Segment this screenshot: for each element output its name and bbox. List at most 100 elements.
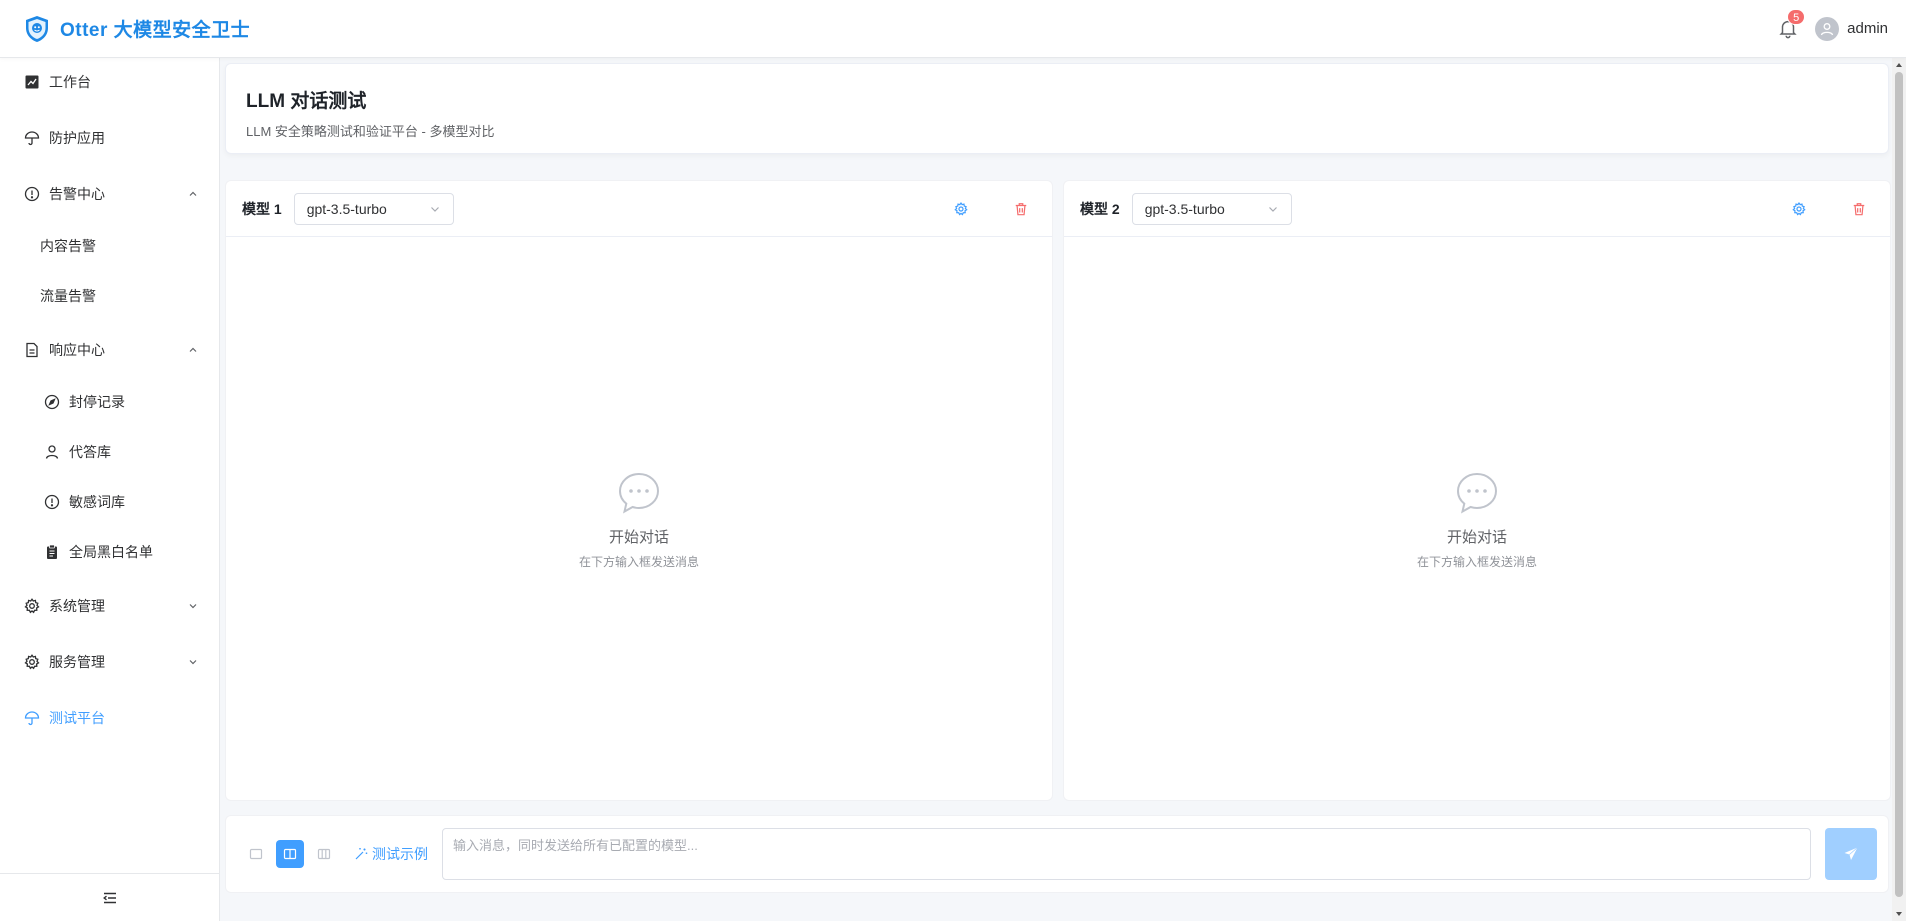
trash-icon: [1853, 203, 1865, 216]
send-button[interactable]: [1825, 828, 1877, 880]
panel-header: 模型 2 gpt-3.5-turbo: [1064, 181, 1890, 237]
compass-icon: [44, 394, 60, 410]
sidebar-item-label: 全局黑白名单: [69, 544, 153, 560]
model-select-value: gpt-3.5-turbo: [1144, 200, 1225, 217]
sidebar-item-label: 告警中心: [49, 186, 105, 202]
model-select[interactable]: gpt-3.5-turbo: [293, 192, 454, 225]
main-content: LLM 对话测试 LLM 安全策略测试和验证平台 - 多模型对比 模型 1 gp…: [220, 58, 1892, 921]
sidebar-item-label: 响应中心: [49, 342, 105, 358]
warning-circle-icon: [24, 186, 40, 202]
magic-wand-icon: [355, 848, 368, 860]
chevron-down-icon: [189, 660, 197, 665]
gear-icon: [954, 202, 968, 216]
test-examples-label: 测试示例: [372, 846, 428, 862]
model-panel-1: 模型 1 gpt-3.5-turbo 开始对话 在下方输入框发送消息: [225, 180, 1053, 801]
sidebar-item-dashboard[interactable]: 工作台: [0, 60, 219, 104]
notification-badge: 5: [1787, 8, 1806, 25]
single-column-icon: [249, 848, 263, 860]
umbrella-icon: [24, 710, 40, 726]
chevron-up-icon: [189, 191, 197, 196]
sidebar-item-label: 防护应用: [49, 130, 105, 146]
menu-fold-icon: [102, 892, 116, 903]
layout-single-button[interactable]: [242, 840, 270, 868]
page-subtitle: LLM 安全策略测试和验证平台 - 多模型对比: [246, 124, 495, 139]
sidebar-item-ban-records[interactable]: 封停记录: [0, 382, 219, 422]
user-icon: [44, 444, 60, 460]
model-select-value: gpt-3.5-turbo: [306, 200, 387, 217]
chat-bubble-icon: [618, 472, 660, 514]
sidebar-item-label: 封停记录: [69, 394, 125, 410]
empty-description: 在下方输入框发送消息: [1416, 555, 1537, 569]
message-input[interactable]: [442, 828, 1811, 880]
sidebar-item-test-platform[interactable]: 测试平台: [0, 696, 219, 740]
warning-circle-icon: [44, 494, 60, 510]
chevron-down-icon: [1268, 206, 1277, 212]
page-scrollbar[interactable]: [1892, 58, 1906, 921]
top-header: Otter 大模型安全卫士 5 admin: [0, 0, 1906, 58]
collapse-sidebar-button[interactable]: [0, 873, 219, 921]
brand[interactable]: Otter 大模型安全卫士: [22, 14, 250, 44]
chevron-down-icon: [430, 206, 439, 212]
scrollbar-thumb[interactable]: [1895, 72, 1903, 897]
sidebar-item-service-management[interactable]: 服务管理: [0, 640, 219, 684]
sidebar-item-sensitive-words[interactable]: 敏感词库: [0, 482, 219, 522]
gear-icon: [24, 598, 40, 614]
panel-settings-button[interactable]: [1790, 200, 1808, 218]
panel-label: 模型 2: [1080, 200, 1120, 217]
test-examples-button[interactable]: 测试示例: [354, 844, 428, 864]
empty-state: 开始对话 在下方输入框发送消息: [1064, 471, 1890, 570]
chevron-down-icon: [189, 604, 197, 609]
page-header-card: LLM 对话测试 LLM 安全策略测试和验证平台 - 多模型对比: [225, 63, 1889, 154]
empty-description: 在下方输入框发送消息: [578, 555, 699, 569]
panel-header: 模型 1 gpt-3.5-turbo: [226, 181, 1052, 237]
sidebar-item-alert-center[interactable]: 告警中心: [0, 172, 219, 216]
layout-three-column-button[interactable]: [310, 840, 338, 868]
username[interactable]: admin: [1847, 20, 1888, 37]
app-title: Otter 大模型安全卫士: [60, 20, 251, 41]
empty-state: 开始对话 在下方输入框发送消息: [226, 471, 1052, 570]
panel-delete-button[interactable]: [1850, 200, 1868, 218]
model-select[interactable]: gpt-3.5-turbo: [1131, 192, 1292, 225]
gear-icon: [1792, 202, 1806, 216]
sidebar-item-label: 代答库: [69, 444, 111, 460]
notification-button[interactable]: 5: [1777, 8, 1806, 41]
gear-icon: [24, 654, 40, 670]
sidebar-item-system-management[interactable]: 系统管理: [0, 584, 219, 628]
panel-label: 模型 1: [242, 200, 282, 217]
chart-line-icon: [24, 74, 40, 90]
sidebar-item-traffic-alerts[interactable]: 流量告警: [0, 276, 219, 316]
empty-title: 开始对话: [1446, 529, 1507, 546]
sidebar-item-label: 内容告警: [40, 238, 96, 254]
page-title: LLM 对话测试: [246, 91, 367, 112]
chat-bubble-icon: [1456, 472, 1498, 514]
scroll-up-arrow-icon[interactable]: [1895, 61, 1903, 69]
sidebar-item-protected-apps[interactable]: 防护应用: [0, 116, 219, 160]
sidebar-item-label: 测试平台: [49, 710, 105, 726]
sidebar-item-answer-library[interactable]: 代答库: [0, 432, 219, 472]
chevron-up-icon: [189, 347, 197, 352]
sidebar-item-label: 工作台: [49, 74, 91, 90]
sidebar-item-label: 流量告警: [40, 288, 96, 304]
send-icon: [1844, 847, 1858, 860]
sidebar-item-content-alerts[interactable]: 内容告警: [0, 226, 219, 266]
layout-two-column-button[interactable]: [276, 840, 304, 868]
empty-title: 开始对话: [608, 529, 669, 546]
trash-icon: [1015, 203, 1027, 216]
sidebar-item-label: 敏感词库: [69, 494, 125, 510]
panel-delete-button[interactable]: [1012, 200, 1030, 218]
sidebar-item-global-lists[interactable]: 全局黑白名单: [0, 532, 219, 572]
message-input-bar: 测试示例: [225, 815, 1889, 893]
user-avatar-icon: [1820, 22, 1834, 35]
sidebar-item-response-center[interactable]: 响应中心: [0, 328, 219, 372]
sidebar-item-label: 服务管理: [49, 654, 105, 670]
shield-logo-icon: [26, 15, 48, 42]
panel-settings-button[interactable]: [952, 200, 970, 218]
document-icon: [24, 342, 40, 358]
sidebar-item-label: 系统管理: [49, 598, 105, 614]
avatar[interactable]: [1815, 16, 1840, 41]
two-column-icon: [283, 848, 297, 860]
model-panel-2: 模型 2 gpt-3.5-turbo 开始对话 在下方输入框发送消息: [1063, 180, 1891, 801]
three-column-icon: [317, 848, 331, 860]
sidebar: 工作台 防护应用 告警中心 内容告警 流量告警 响应中心 封停记录 代答库 敏感…: [0, 58, 220, 921]
scroll-down-arrow-icon[interactable]: [1895, 910, 1903, 918]
